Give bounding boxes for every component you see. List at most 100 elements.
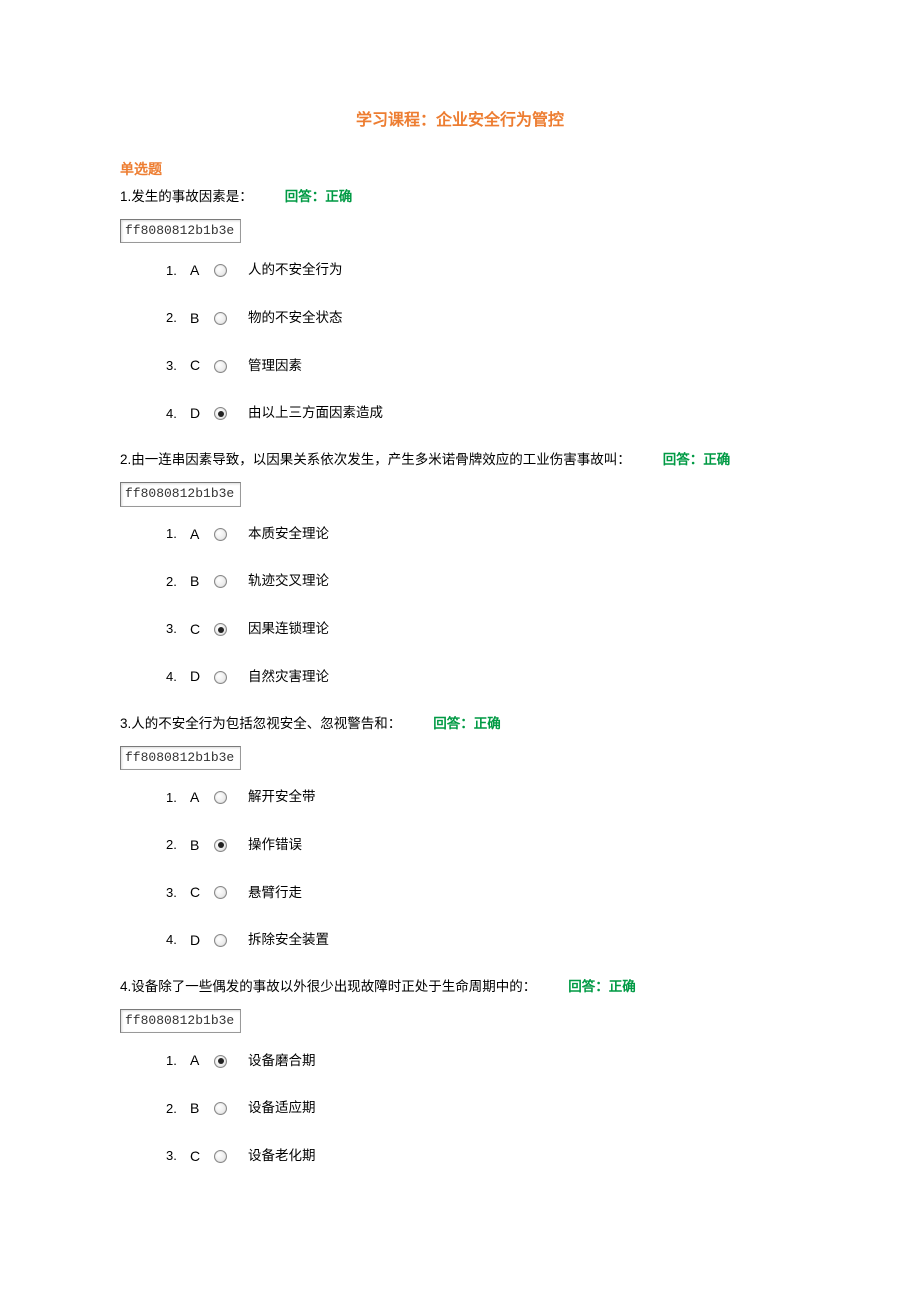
option-text: 人的不安全行为 — [248, 261, 343, 280]
radio-wrap[interactable] — [214, 312, 248, 325]
option-letter: C — [190, 1147, 214, 1167]
answer-status: 回答：正确 — [433, 716, 501, 731]
option-index: 4. — [166, 931, 190, 949]
option-letter: A — [190, 525, 214, 545]
radio-icon[interactable] — [214, 791, 227, 804]
radio-icon[interactable] — [214, 671, 227, 684]
radio-icon[interactable] — [214, 528, 227, 541]
radio-icon[interactable] — [214, 575, 227, 588]
option-letter: B — [190, 1099, 214, 1119]
question-stem: 4.设备除了一些偶发的事故以外很少出现故障时正处于生命周期中的：回答：正确 — [120, 978, 800, 997]
code-input[interactable]: ff8080812b1b3e — [120, 1009, 241, 1033]
radio-icon[interactable] — [214, 839, 227, 852]
option-letter: D — [190, 931, 214, 951]
radio-icon[interactable] — [214, 312, 227, 325]
option-index: 2. — [166, 309, 190, 327]
code-input[interactable]: ff8080812b1b3e — [120, 746, 241, 770]
option-text: 自然灾害理论 — [248, 668, 329, 687]
option-row[interactable]: 4.D 自然灾害理论 — [166, 667, 800, 687]
radio-wrap[interactable] — [214, 264, 248, 277]
option-index: 3. — [166, 1147, 190, 1165]
radio-wrap[interactable] — [214, 934, 248, 947]
code-input[interactable]: ff8080812b1b3e — [120, 219, 241, 243]
answer-status: 回答：正确 — [285, 189, 353, 204]
option-text: 由以上三方面因素造成 — [248, 404, 383, 423]
radio-wrap[interactable] — [214, 886, 248, 899]
option-letter: A — [190, 1051, 214, 1071]
radio-icon[interactable] — [214, 886, 227, 899]
option-text: 拆除安全装置 — [248, 931, 329, 950]
question-block: 2.由一连串因素导致，以因果关系依次发生，产生多米诺骨牌效应的工业伤害事故叫：回… — [120, 451, 800, 686]
option-row[interactable]: 3.C 管理因素 — [166, 356, 800, 376]
option-index: 1. — [166, 1052, 190, 1070]
radio-wrap[interactable] — [214, 407, 248, 420]
option-row[interactable]: 2.B轨迹交叉理论 — [166, 572, 800, 592]
question-stem: 1.发生的事故因素是： 回答：正确 — [120, 188, 800, 207]
option-text: 悬臂行走 — [248, 884, 302, 903]
option-row[interactable]: 1.A 设备磨合期 — [166, 1051, 800, 1071]
radio-icon[interactable] — [214, 407, 227, 420]
option-row[interactable]: 2.B操作错误 — [166, 836, 800, 856]
option-text: 设备磨合期 — [248, 1052, 316, 1071]
option-index: 4. — [166, 668, 190, 686]
question-number: 3. — [120, 716, 131, 731]
option-text: 物的不安全状态 — [248, 309, 343, 328]
question-block: 1.发生的事故因素是：回答：正确ff8080812b1b3e1.A人的不安全行为… — [120, 188, 800, 423]
option-row[interactable]: 1.A解开安全带 — [166, 788, 800, 808]
radio-icon[interactable] — [214, 1102, 227, 1115]
radio-icon[interactable] — [214, 1150, 227, 1163]
question-text: 发生的事故因素是： — [131, 189, 253, 204]
options-list: 1.A本质安全理论 2.B轨迹交叉理论 3.C因果连锁理论 4.D 自然灾害理论 — [120, 525, 800, 687]
option-text: 设备老化期 — [248, 1147, 316, 1166]
radio-wrap[interactable] — [214, 575, 248, 588]
option-row[interactable]: 3.C 悬臂行走 — [166, 883, 800, 903]
option-text: 轨迹交叉理论 — [248, 572, 329, 591]
radio-icon[interactable] — [214, 360, 227, 373]
option-row[interactable]: 1.A 人的不安全行为 — [166, 261, 800, 281]
radio-wrap[interactable] — [214, 360, 248, 373]
radio-wrap[interactable] — [214, 528, 248, 541]
option-row[interactable]: 2.B物的不安全状态 — [166, 309, 800, 329]
radio-wrap[interactable] — [214, 1150, 248, 1163]
option-text: 设备适应期 — [248, 1099, 316, 1118]
radio-wrap[interactable] — [214, 1102, 248, 1115]
option-letter: A — [190, 788, 214, 808]
radio-wrap[interactable] — [214, 839, 248, 852]
option-row[interactable]: 3.C 设备老化期 — [166, 1147, 800, 1167]
question-number: 1. — [120, 189, 131, 204]
code-input[interactable]: ff8080812b1b3e — [120, 482, 241, 506]
option-letter: C — [190, 883, 214, 903]
question-number: 4. — [120, 979, 131, 994]
option-index: 3. — [166, 357, 190, 375]
options-list: 1.A 人的不安全行为 2.B物的不安全状态 3.C 管理因素 4.D由以上三方面因素造成 — [120, 261, 800, 423]
option-index: 2. — [166, 1100, 190, 1118]
option-row[interactable]: 3.C因果连锁理论 — [166, 620, 800, 640]
radio-wrap[interactable] — [214, 1055, 248, 1068]
option-letter: A — [190, 261, 214, 281]
option-text: 操作错误 — [248, 836, 302, 855]
option-index: 1. — [166, 789, 190, 807]
option-text: 管理因素 — [248, 357, 302, 376]
option-row[interactable]: 4.D 拆除安全装置 — [166, 931, 800, 951]
radio-icon[interactable] — [214, 1055, 227, 1068]
option-index: 1. — [166, 262, 190, 280]
radio-icon[interactable] — [214, 623, 227, 636]
radio-icon[interactable] — [214, 264, 227, 277]
option-index: 3. — [166, 620, 190, 638]
page-title: 学习课程：企业安全行为管控 — [120, 110, 800, 132]
radio-wrap[interactable] — [214, 623, 248, 636]
question-block: 4.设备除了一些偶发的事故以外很少出现故障时正处于生命周期中的：回答：正确 ff8… — [120, 978, 800, 1166]
option-letter: D — [190, 667, 214, 687]
question-text: 由一连串因素导致，以因果关系依次发生，产生多米诺骨牌效应的工业伤害事故叫： — [131, 452, 631, 467]
option-index: 3. — [166, 884, 190, 902]
option-row[interactable]: 4.D由以上三方面因素造成 — [166, 404, 800, 424]
option-letter: C — [190, 620, 214, 640]
option-row[interactable]: 2.B 设备适应期 — [166, 1099, 800, 1119]
options-list: 1.A解开安全带 2.B操作错误 3.C 悬臂行走 4.D 拆除安全装置 — [120, 788, 800, 950]
radio-wrap[interactable] — [214, 671, 248, 684]
question-text: 设备除了一些偶发的事故以外很少出现故障时正处于生命周期中的： — [131, 979, 536, 994]
option-row[interactable]: 1.A本质安全理论 — [166, 525, 800, 545]
radio-wrap[interactable] — [214, 791, 248, 804]
option-letter: C — [190, 356, 214, 376]
radio-icon[interactable] — [214, 934, 227, 947]
